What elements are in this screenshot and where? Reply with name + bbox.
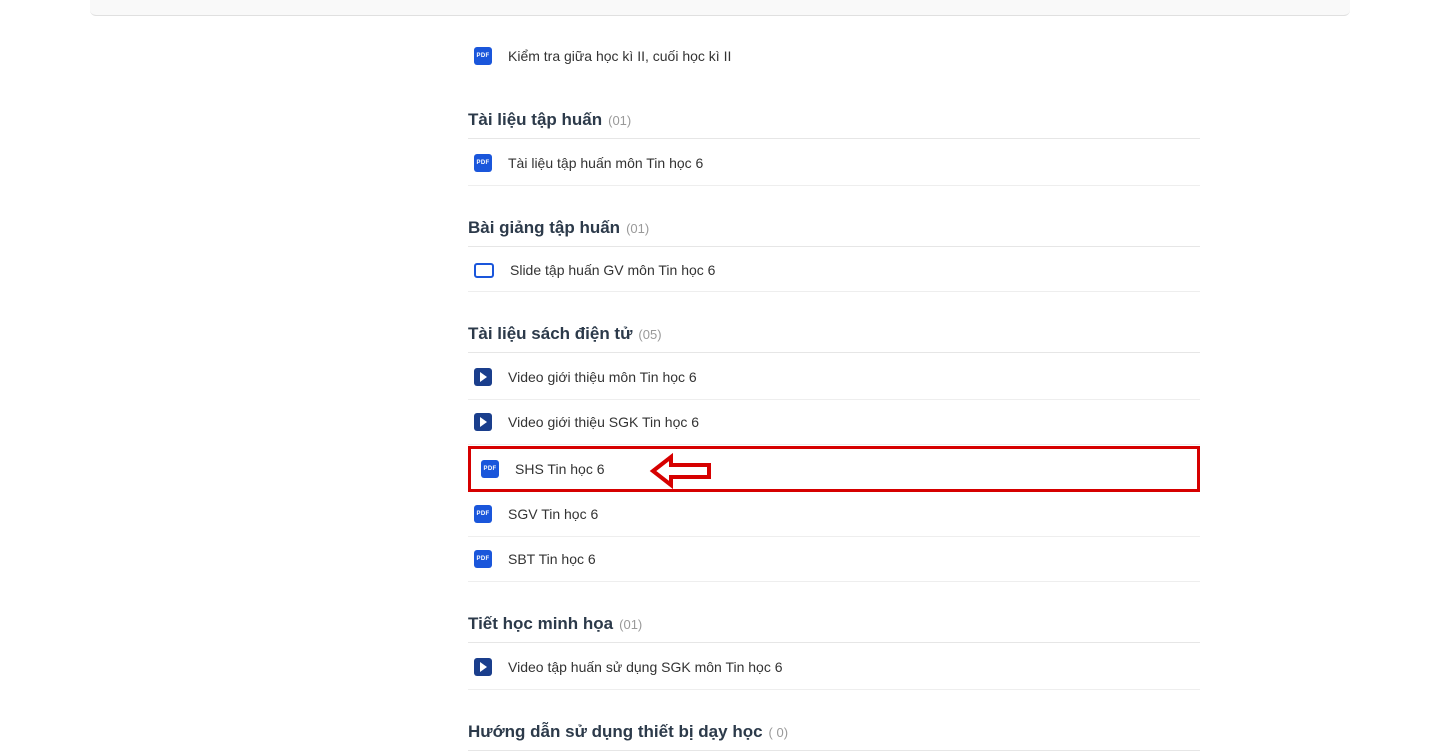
item-label: Kiểm tra giữa học kì II, cuối học kì II <box>508 48 731 64</box>
item-label: Slide tập huấn GV môn Tin học 6 <box>510 262 715 278</box>
list-item[interactable]: PDF SHS Tin học 6 <box>471 449 1197 489</box>
annotation-arrow-icon <box>649 451 719 491</box>
list-item[interactable]: PDF Tài liệu tập huấn môn Tin học 6 <box>468 141 1200 186</box>
section-header: Tài liệu tập huấn (01) <box>468 110 1200 139</box>
list-item[interactable]: Slide tập huấn GV môn Tin học 6 <box>468 249 1200 292</box>
item-label: SHS Tin học 6 <box>515 461 605 477</box>
section-header: Tài liệu sách điện tử (05) <box>468 324 1200 353</box>
pdf-icon: PDF <box>474 47 492 65</box>
section-title: Bài giảng tập huấn <box>468 218 620 238</box>
video-icon <box>474 368 492 386</box>
item-label: Tài liệu tập huấn môn Tin học 6 <box>508 155 703 171</box>
item-label: SBT Tin học 6 <box>508 551 596 567</box>
list-item[interactable]: PDF SBT Tin học 6 <box>468 537 1200 582</box>
item-label: Video tập huấn sử dụng SGK môn Tin học 6 <box>508 659 783 675</box>
section-title: Tài liệu sách điện tử <box>468 324 632 344</box>
list-item[interactable]: Video tập huấn sử dụng SGK môn Tin học 6 <box>468 645 1200 690</box>
pdf-icon: PDF <box>474 505 492 523</box>
section-header: Tiết học minh họa (01) <box>468 614 1200 643</box>
browser-top-bar <box>90 0 1350 16</box>
highlighted-item-box: PDF SHS Tin học 6 <box>468 446 1200 492</box>
video-icon <box>474 413 492 431</box>
section-title: Tiết học minh họa <box>468 614 613 634</box>
item-label: SGV Tin học 6 <box>508 506 598 522</box>
list-item[interactable]: PDF Kiểm tra giữa học kì II, cuối học kì… <box>468 34 1200 78</box>
section-title: Hướng dẫn sử dụng thiết bị dạy học <box>468 722 763 742</box>
item-label: Video giới thiệu SGK Tin học 6 <box>508 414 699 430</box>
section-header: Bài giảng tập huấn (01) <box>468 218 1200 247</box>
section-count: ( 0) <box>769 725 789 740</box>
slide-icon <box>474 263 494 278</box>
pdf-icon: PDF <box>474 550 492 568</box>
list-item[interactable]: Video giới thiệu SGK Tin học 6 <box>468 400 1200 445</box>
section-header: Hướng dẫn sử dụng thiết bị dạy học ( 0) <box>468 722 1200 751</box>
section-count: (05) <box>638 327 661 342</box>
pdf-icon: PDF <box>481 460 499 478</box>
list-item[interactable]: Video giới thiệu môn Tin học 6 <box>468 355 1200 400</box>
section-count: (01) <box>626 221 649 236</box>
pdf-icon: PDF <box>474 154 492 172</box>
section-title: Tài liệu tập huấn <box>468 110 602 130</box>
main-content: PDF Kiểm tra giữa học kì II, cuối học kì… <box>468 16 1200 751</box>
list-item[interactable]: PDF SGV Tin học 6 <box>468 492 1200 537</box>
video-icon <box>474 658 492 676</box>
section-count: (01) <box>608 113 631 128</box>
item-label: Video giới thiệu môn Tin học 6 <box>508 369 697 385</box>
section-count: (01) <box>619 617 642 632</box>
